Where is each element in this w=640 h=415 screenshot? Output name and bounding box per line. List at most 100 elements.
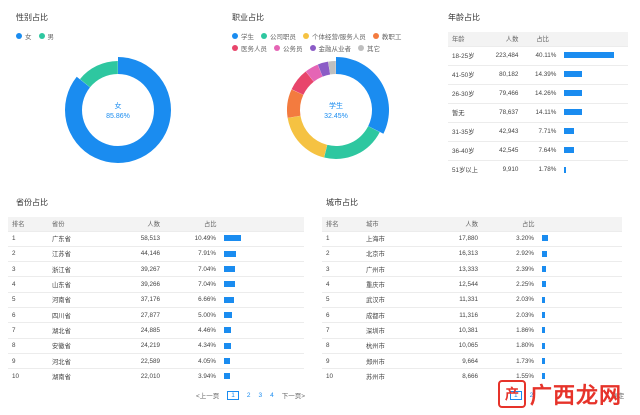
- rank-cell: 2: [322, 245, 362, 262]
- legend-item-female[interactable]: 女: [16, 31, 32, 41]
- legend-label: 女: [25, 34, 32, 41]
- pct-text: 1.80%: [516, 342, 534, 350]
- occupation-center-label: 学生: [329, 101, 343, 110]
- pct-bar: [223, 373, 231, 380]
- pct-cell: 4.05%: [164, 352, 304, 369]
- rank-cell: 1: [322, 230, 362, 247]
- pct-cell: 14.26%: [522, 83, 628, 103]
- province-title: 省份占比: [16, 198, 48, 207]
- name-cell: 安徽省: [48, 337, 108, 354]
- pct-bar: [223, 235, 241, 242]
- legend-item-occupation[interactable]: 教职工: [372, 31, 401, 41]
- page-4-button[interactable]: 4: [270, 392, 274, 399]
- legend-item-occupation[interactable]: 学生: [232, 31, 254, 41]
- legend-dot: [38, 33, 45, 39]
- pct-text: 40.11%: [535, 52, 557, 59]
- gender-center-label: 女: [115, 101, 122, 110]
- name-cell: 河北省: [48, 352, 108, 369]
- page-3-button[interactable]: 3: [259, 392, 263, 399]
- pct-bar: [223, 327, 231, 334]
- legend-item-male[interactable]: 男: [38, 31, 55, 41]
- table-row: 2 北京市 16,313 2.92%: [322, 245, 622, 262]
- table-row: 3 浙江省 39,267 7.04%: [8, 261, 304, 277]
- donut-slice[interactable]: [324, 126, 380, 159]
- name-cell: 杭州市: [362, 337, 422, 354]
- gender-center-value: 85.86%: [106, 113, 130, 120]
- count-cell: 17,880: [422, 230, 482, 247]
- name-cell: 武汉市: [362, 291, 422, 308]
- pct-text: 7.04%: [198, 281, 216, 289]
- count-cell: 58,513: [108, 230, 164, 247]
- rank-cell: 3: [322, 261, 362, 277]
- legend-dot: [16, 33, 22, 39]
- name-cell: 广州市: [362, 261, 422, 277]
- age-title: 年龄占比: [448, 13, 480, 22]
- pct-bar: [564, 90, 582, 97]
- page-1-button[interactable]: 1: [227, 390, 239, 400]
- donut-slice[interactable]: [64, 57, 171, 163]
- legend-item-occupation[interactable]: 公司职员: [261, 31, 296, 41]
- page-2-button[interactable]: 2: [247, 392, 251, 399]
- count-cell: 80,182: [491, 64, 523, 84]
- pct-bar: [541, 296, 546, 303]
- gender-donut-chart[interactable]: 女 85.86%: [58, 50, 178, 170]
- pct-cell: 7.71%: [522, 121, 628, 141]
- table-row: 4 重庆市 12,544 2.25%: [322, 276, 622, 293]
- province-col-rank: 排名: [8, 217, 48, 231]
- legend-label: 男: [47, 34, 55, 41]
- city-col-pct: 占比: [482, 217, 622, 231]
- donut-slice[interactable]: [287, 115, 328, 158]
- watermark-logo: 产 广西龙网: [497, 378, 622, 410]
- name-cell: 湖北省: [48, 322, 108, 339]
- count-cell: 27,877: [108, 306, 164, 323]
- count-cell: 16,313: [422, 245, 482, 262]
- table-row: 7 湖北省 24,885 4.46%: [8, 322, 304, 339]
- donut-slice[interactable]: [287, 89, 304, 118]
- name-cell: 重庆市: [362, 276, 422, 293]
- legend-dot: [303, 33, 309, 39]
- pct-bar: [541, 281, 546, 288]
- name-cell: 浙江省: [48, 261, 108, 277]
- donut-slice[interactable]: [336, 57, 389, 134]
- pct-cell: 2.25%: [482, 276, 622, 293]
- pct-bar: [564, 109, 582, 116]
- name-cell: 成都市: [362, 306, 422, 323]
- donut-slice[interactable]: [79, 61, 118, 88]
- legend-item-occupation[interactable]: 医务人员: [232, 43, 267, 53]
- occupation-donut-chart[interactable]: 学生 32.45%: [276, 50, 396, 170]
- name-cell: 深圳市: [362, 322, 422, 339]
- legend-item-occupation[interactable]: 个体经营/服务人员: [303, 31, 366, 41]
- rank-cell: 10: [8, 368, 48, 384]
- pct-cell: 2.03%: [482, 306, 622, 323]
- rank-cell: 4: [8, 276, 48, 293]
- pct-cell: 7.91%: [164, 245, 304, 262]
- pct-cell: 1.73%: [482, 352, 622, 369]
- table-row: 8 安徽省 24,219 4.34%: [8, 337, 304, 354]
- table-row: 1 广东省 58,513 10.49%: [8, 230, 304, 247]
- pct-cell: 3.20%: [482, 230, 622, 247]
- table-row: 3 广州市 13,333 2.39%: [322, 261, 622, 277]
- name-cell: 北京市: [362, 245, 422, 262]
- count-cell: 39,267: [108, 261, 164, 277]
- city-title: 城市占比: [326, 198, 358, 207]
- name-cell: 上海市: [362, 230, 422, 247]
- pct-bar: [564, 128, 574, 135]
- province-col-count: 人数: [108, 217, 164, 231]
- rank-cell: 2: [8, 245, 48, 262]
- pct-cell: 7.64%: [522, 140, 628, 160]
- table-row: 31-35岁 42,943 7.71%: [448, 121, 628, 141]
- pct-bar: [223, 311, 232, 318]
- next-page-button[interactable]: 下一页>: [282, 390, 305, 400]
- pct-text: 7.71%: [538, 128, 557, 135]
- province-pagination: <上一页 1 2 3 4 下一页>: [196, 390, 305, 400]
- age-cell: 18-25岁: [448, 45, 492, 65]
- count-cell: 24,219: [108, 337, 164, 354]
- pct-text: 3.94%: [198, 373, 216, 381]
- name-cell: 四川省: [48, 306, 108, 323]
- prev-page-button[interactable]: <上一页: [196, 390, 219, 400]
- pct-cell: 1.78%: [522, 159, 628, 179]
- age-cell: 36-40岁: [448, 140, 492, 160]
- table-row: 1 上海市 17,880 3.20%: [322, 230, 622, 247]
- pct-bar: [223, 281, 236, 288]
- rank-cell: 4: [322, 276, 362, 293]
